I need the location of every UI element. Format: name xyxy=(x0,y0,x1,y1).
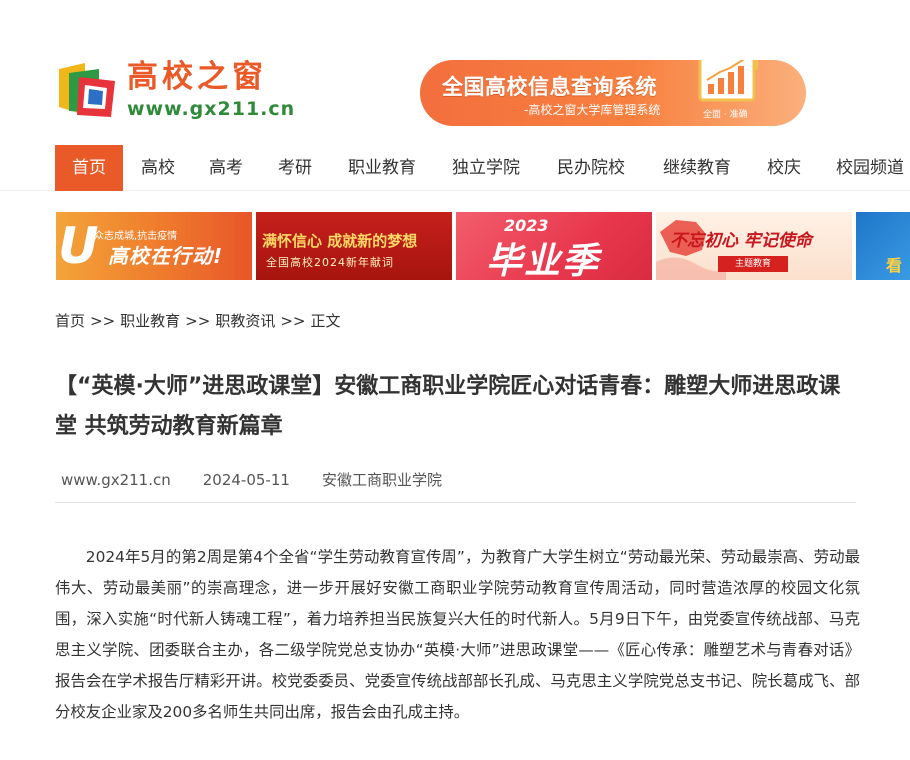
nav-vocational[interactable]: 职业教育 xyxy=(340,145,424,191)
site-logo[interactable]: 高校之窗 www.gx211.cn xyxy=(55,57,295,123)
breadcrumb-separator: >> xyxy=(90,312,116,330)
article-source[interactable]: www.gx211.cn xyxy=(61,469,171,491)
article-paragraph: 2024年5月的第2周是第4个全省“学生劳动教育宣传周”，为教育广大学生树立“劳… xyxy=(55,548,860,721)
ad5-text: 看 xyxy=(886,256,903,275)
nav-anniversary[interactable]: 校庆 xyxy=(758,145,810,191)
ad2-line2: 全国高校2024新年献词 xyxy=(266,256,394,269)
article-author-org: 安徽工商职业学院 xyxy=(321,471,442,489)
ad4-badge: 主题教育 xyxy=(718,256,788,272)
ad-banner-new-year[interactable]: 满怀信心 成就新的梦想 全国高校2024新年献词 xyxy=(256,212,452,280)
ad3-text: 毕业季 xyxy=(486,241,601,280)
breadcrumb-separator: >> xyxy=(185,312,211,330)
nav-independent[interactable]: 独立学院 xyxy=(444,145,528,191)
breadcrumb: 首页 >> 职业教育 >> 职教资讯 >> 正文 xyxy=(55,310,340,332)
ad-banner-partial[interactable]: 看 xyxy=(856,212,910,280)
nav-home[interactable]: 首页 xyxy=(55,145,123,191)
ad-u-glyph: U xyxy=(58,217,99,275)
breadcrumb-vocational[interactable]: 职业教育 xyxy=(120,312,180,330)
nav-private[interactable]: 民办院校 xyxy=(549,145,633,191)
nav-gaokao[interactable]: 高考 xyxy=(200,145,252,191)
ad-banner-graduation[interactable]: 2023 毕业季 xyxy=(456,212,652,280)
ad-banner-theme-education[interactable]: 不忘初心 牢记使命 主题教育 xyxy=(656,212,852,280)
nav-campus[interactable]: 校园频道 xyxy=(828,145,910,191)
nav-universities[interactable]: 高校 xyxy=(132,145,184,191)
ad2-line1: 满怀信心 成就新的梦想 xyxy=(262,232,418,250)
search-banner-slogan: 全面 · 准确 xyxy=(703,110,748,120)
ad-banner-epidemic[interactable]: U 众志成城,抗击疫情 高校在行动! xyxy=(56,212,252,280)
ad4-line1: 不忘初心 牢记使命 xyxy=(670,231,812,251)
meta-divider xyxy=(55,502,856,503)
article-title: 【“英模·大师”进思政课堂】安徽工商职业学院匠心对话青春：雕塑大师进思政课堂 共… xyxy=(55,374,841,439)
breadcrumb-separator: >> xyxy=(280,312,306,330)
breadcrumb-home[interactable]: 首页 xyxy=(55,312,85,330)
logo-window-icon xyxy=(59,63,115,117)
article-meta: www.gx211.cn 2024-05-11 安徽工商职业学院 xyxy=(61,469,442,491)
main-nav: 首页 高校 高考 考研 职业教育 独立学院 民办院校 继续教育 校庆 校园频道 xyxy=(0,145,910,191)
logo-title: 高校之窗 xyxy=(127,59,267,95)
search-banner-title: 全国高校信息查询系统 xyxy=(442,75,657,99)
search-banner-subtitle: -高校之窗大学库管理系统 xyxy=(524,103,661,117)
logo-url: www.gx211.cn xyxy=(127,98,296,120)
nav-kaoyan[interactable]: 考研 xyxy=(269,145,321,191)
breadcrumb-current: 正文 xyxy=(310,312,341,330)
article-date: 2024-05-11 xyxy=(202,471,290,489)
ad1-line2: 高校在行动! xyxy=(108,244,224,268)
nav-continuing[interactable]: 继续教育 xyxy=(655,145,739,191)
chart-board-icon xyxy=(698,60,758,102)
university-search-banner[interactable]: 全国高校信息查询系统 -高校之窗大学库管理系统 全面 · 准确 xyxy=(420,60,806,126)
breadcrumb-news[interactable]: 职教资讯 xyxy=(215,312,275,330)
